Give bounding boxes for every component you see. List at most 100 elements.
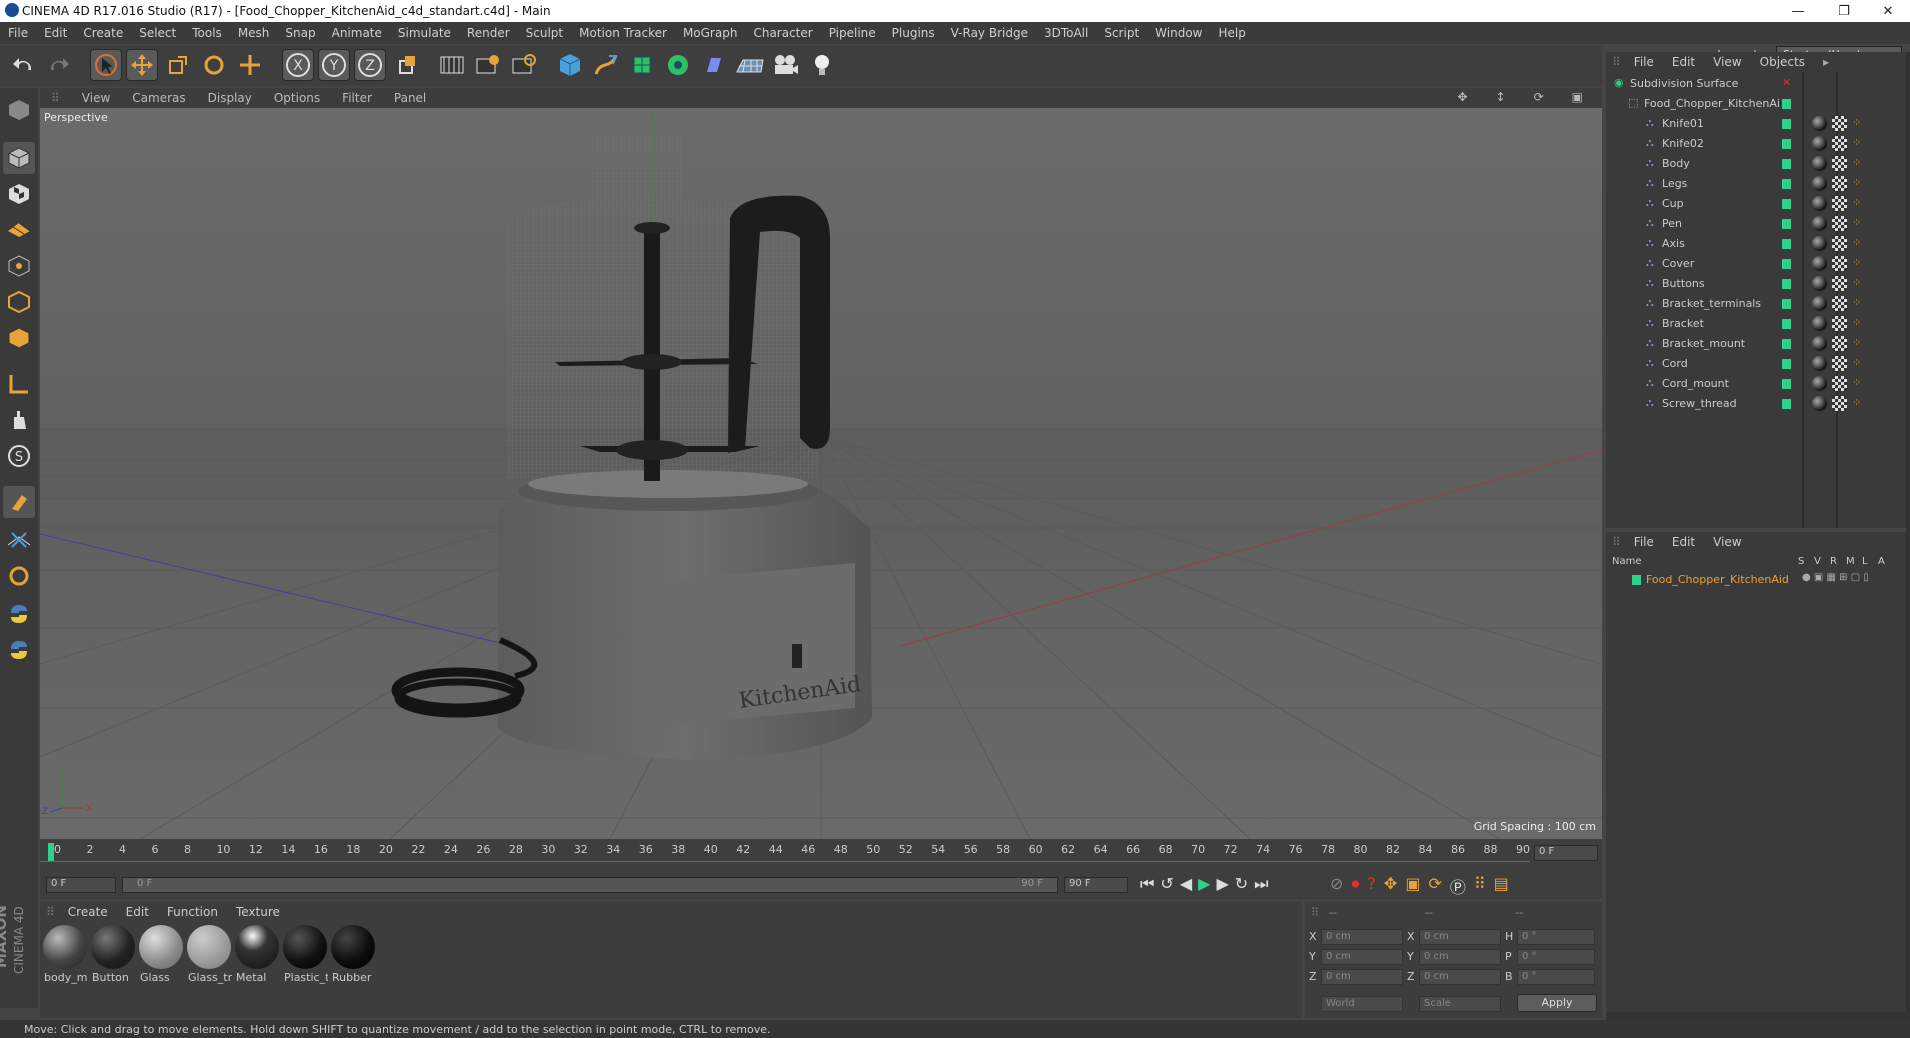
obj-menu-edit[interactable]: Edit: [1663, 55, 1704, 69]
texture-tag-icon[interactable]: [1832, 316, 1847, 331]
material-tag-icon[interactable]: [1812, 316, 1827, 331]
layer-dot-icon[interactable]: [1782, 299, 1791, 309]
material-tag-icon[interactable]: [1812, 196, 1827, 211]
transform-icon[interactable]: [234, 49, 266, 81]
floor-scene-icon[interactable]: [734, 49, 766, 81]
position-y-field[interactable]: 0 cm: [1321, 949, 1403, 965]
layer-dot-icon[interactable]: [1782, 399, 1791, 409]
material-swatch[interactable]: Plastic_t: [282, 924, 328, 986]
menu-mesh[interactable]: Mesh: [230, 26, 278, 40]
cloner-icon[interactable]: [662, 49, 694, 81]
layer-dot-icon[interactable]: [1782, 139, 1791, 149]
material-tag-icon[interactable]: [1812, 376, 1827, 391]
select-arrow-icon[interactable]: [90, 49, 122, 81]
phong-tag-icon[interactable]: ⁘: [1852, 116, 1861, 129]
render-settings-icon[interactable]: [508, 49, 540, 81]
mat-menu-create[interactable]: Create: [59, 905, 117, 919]
texture-tag-icon[interactable]: [1832, 256, 1847, 271]
z-axis-lock-icon[interactable]: Z: [354, 49, 386, 81]
keyframe-record-icon[interactable]: ⊘: [1330, 874, 1343, 898]
layer-dot-icon[interactable]: [1782, 319, 1791, 329]
menu-window[interactable]: Window: [1147, 26, 1210, 40]
viewport-menu-filter[interactable]: Filter: [331, 91, 383, 105]
start-frame-field[interactable]: 0 F: [46, 877, 116, 893]
python-icon[interactable]: [3, 598, 35, 630]
texture-tag-icon[interactable]: [1832, 336, 1847, 351]
layer-dot-icon[interactable]: [1782, 259, 1791, 269]
object-row[interactable]: ⛬ Bracket_mount ⁘: [1606, 334, 1906, 354]
phong-tag-icon[interactable]: ⁘: [1852, 316, 1861, 329]
material-swatch[interactable]: Rubber: [330, 924, 376, 986]
material-tag-icon[interactable]: [1812, 116, 1827, 131]
material-tag-icon[interactable]: [1812, 136, 1827, 151]
texture-tag-icon[interactable]: [1832, 276, 1847, 291]
play-icon[interactable]: ▶: [1198, 874, 1210, 894]
texture-tag-icon[interactable]: [1832, 376, 1847, 391]
attr-menu-view[interactable]: View: [1704, 535, 1750, 549]
deformer-icon[interactable]: [698, 49, 730, 81]
material-tag-icon[interactable]: [1812, 156, 1827, 171]
redo-icon[interactable]: [42, 49, 74, 81]
position-x-field[interactable]: 0 cm: [1321, 929, 1403, 945]
material-tag-icon[interactable]: [1812, 356, 1827, 371]
spline-pen-icon[interactable]: [590, 49, 622, 81]
object-row[interactable]: ⛬ Knife01 ⁘: [1606, 114, 1906, 134]
object-row[interactable]: ⛬ Pen ⁘: [1606, 214, 1906, 234]
phong-tag-icon[interactable]: ⁘: [1852, 276, 1861, 289]
obj-menu-more-icon[interactable]: ▸: [1814, 55, 1838, 69]
material-swatch[interactable]: Glass: [138, 924, 184, 986]
object-row[interactable]: ⛬ Body ⁘: [1606, 154, 1906, 174]
layer-dot-icon[interactable]: [1782, 239, 1791, 249]
polygons-mode-icon[interactable]: [3, 322, 35, 354]
undo-icon[interactable]: [8, 49, 40, 81]
coordinate-system-icon[interactable]: [392, 49, 424, 81]
menu-help[interactable]: Help: [1210, 26, 1253, 40]
texture-tag-icon[interactable]: [1832, 396, 1847, 411]
restore-button[interactable]: ❐: [1822, 0, 1866, 22]
phong-tag-icon[interactable]: ⁘: [1852, 176, 1861, 189]
attr-menu-file[interactable]: File: [1625, 535, 1663, 549]
layer-dot-icon[interactable]: [1782, 339, 1791, 349]
timeline-layout-icon[interactable]: ▤: [1494, 874, 1509, 898]
phong-tag-icon[interactable]: ⁘: [1852, 356, 1861, 369]
viewport-menu-panel[interactable]: Panel: [383, 91, 437, 105]
layer-dot-icon[interactable]: [1782, 379, 1791, 389]
menu-file[interactable]: File: [0, 26, 36, 40]
menu-animate[interactable]: Animate: [324, 26, 390, 40]
prev-frame-icon[interactable]: ◀: [1180, 874, 1192, 894]
prev-key-icon[interactable]: ↺: [1160, 874, 1173, 894]
auto-keying-icon[interactable]: ⏺: [1351, 874, 1359, 898]
obj-menu-view[interactable]: View: [1704, 55, 1750, 69]
texture-tag-icon[interactable]: [1832, 356, 1847, 371]
viewport-menu-view[interactable]: View: [71, 91, 121, 105]
coord-scale-select[interactable]: Scale: [1419, 996, 1501, 1012]
object-row-root[interactable]: ◉ Subdivision Surface ✕: [1606, 74, 1906, 94]
object-row[interactable]: ⛬ Knife02 ⁘: [1606, 134, 1906, 154]
layer-dot-icon[interactable]: [1782, 179, 1791, 189]
rotate-icon[interactable]: [198, 49, 230, 81]
mat-menu-edit[interactable]: Edit: [117, 905, 158, 919]
edges-mode-icon[interactable]: [3, 286, 35, 318]
menu-create[interactable]: Create: [75, 26, 131, 40]
viewport-menu-cameras[interactable]: Cameras: [121, 91, 196, 105]
texture-tag-icon[interactable]: [1832, 236, 1847, 251]
key-param-icon[interactable]: Ⓟ: [1450, 874, 1466, 898]
next-key-icon[interactable]: ↻: [1235, 874, 1248, 894]
key-rotation-icon[interactable]: ⟳: [1428, 874, 1441, 898]
menu-simulate[interactable]: Simulate: [390, 26, 459, 40]
object-row[interactable]: ⛬ Cord ⁘: [1606, 354, 1906, 374]
menu-character[interactable]: Character: [745, 26, 820, 40]
y-axis-lock-icon[interactable]: Y: [318, 49, 350, 81]
material-tag-icon[interactable]: [1812, 396, 1827, 411]
material-swatch[interactable]: Button: [90, 924, 136, 986]
layer-dot-icon[interactable]: [1782, 159, 1791, 169]
object-row[interactable]: ⛬ Legs ⁘: [1606, 174, 1906, 194]
phong-tag-icon[interactable]: ⁘: [1852, 136, 1861, 149]
make-editable-icon[interactable]: [3, 94, 35, 126]
material-tag-icon[interactable]: [1812, 296, 1827, 311]
material-tag-icon[interactable]: [1812, 236, 1827, 251]
material-swatch[interactable]: Metal: [234, 924, 280, 986]
disable-icon[interactable]: ✕: [1782, 76, 1791, 89]
menu-motion-tracker[interactable]: Motion Tracker: [571, 26, 675, 40]
scale-icon[interactable]: [162, 49, 194, 81]
